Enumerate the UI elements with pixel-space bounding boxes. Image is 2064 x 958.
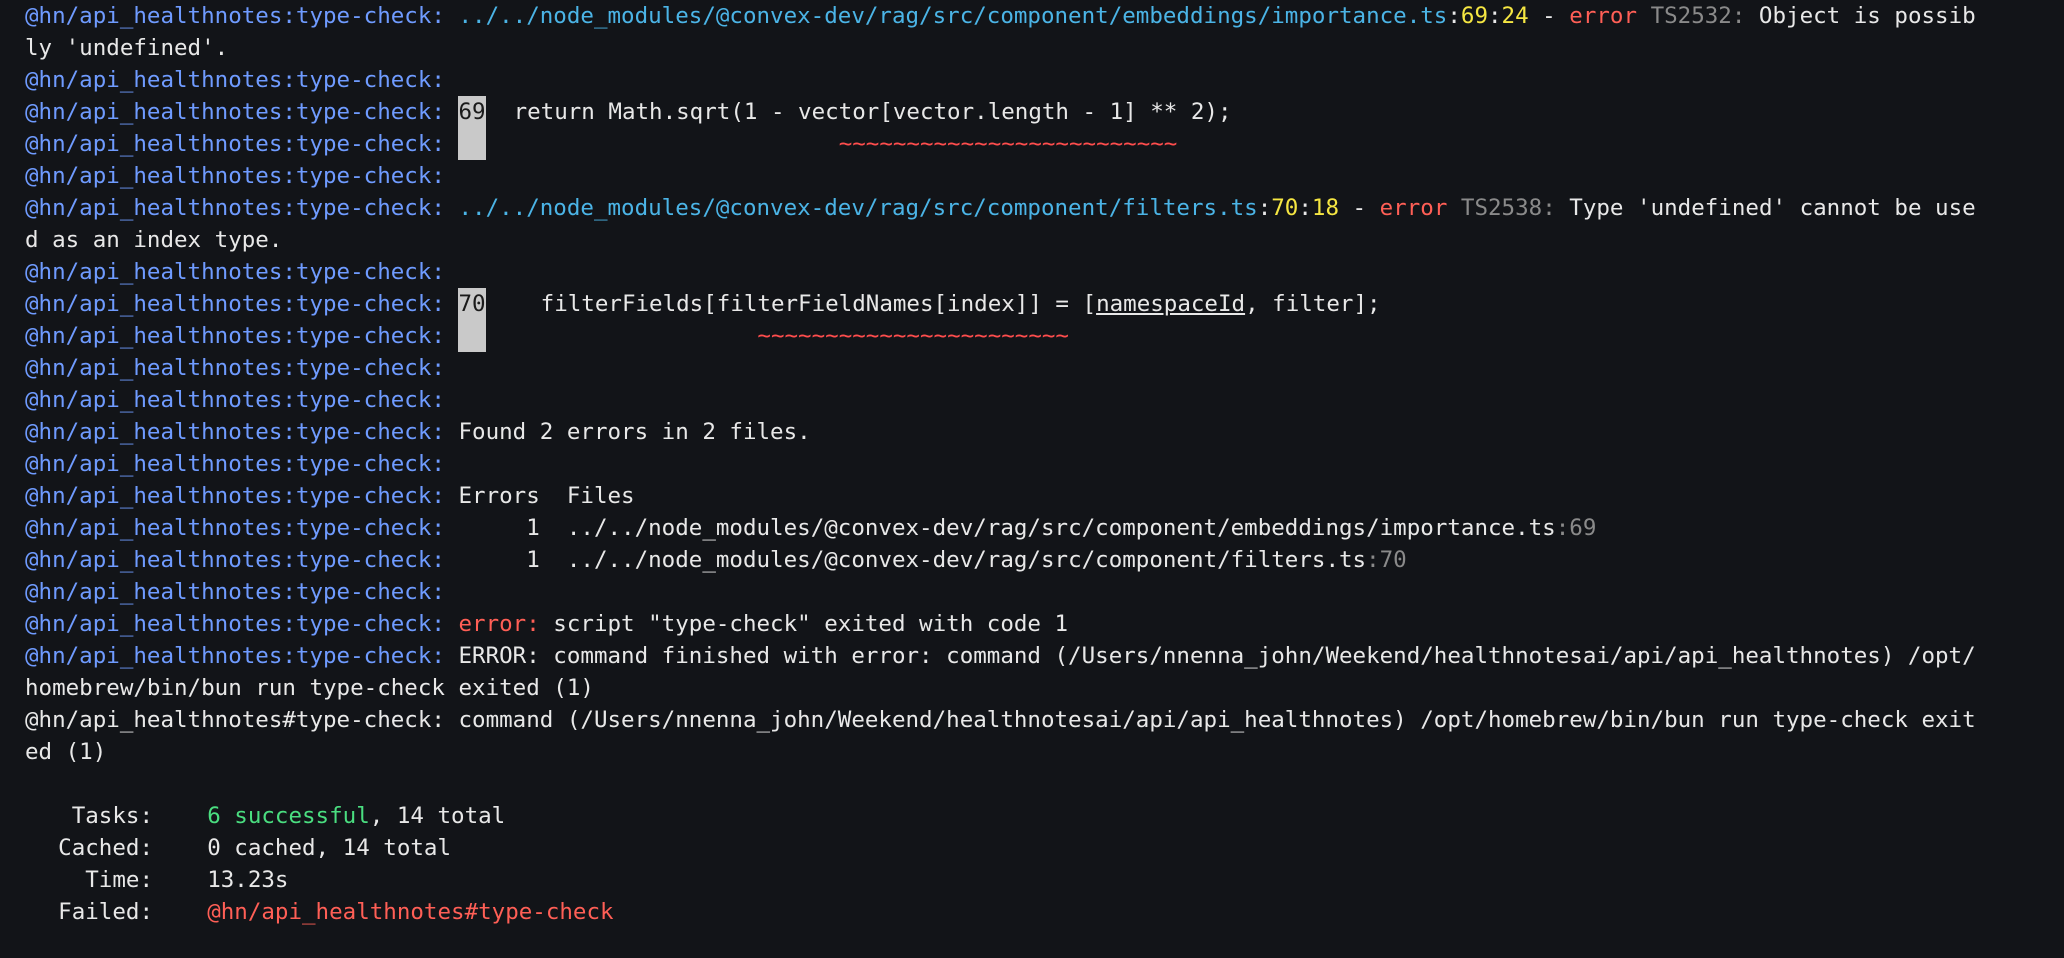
output-line-wrap: ed (1) xyxy=(25,736,2064,768)
output-line-wrap: d as an index type. xyxy=(25,224,2064,256)
found-errors-summary: Found 2 errors in 2 files. xyxy=(458,419,811,445)
summary-total: , 14 total xyxy=(369,803,506,829)
error-count: 1 xyxy=(458,547,567,573)
output-line: @hn/api_healthnotes:type-check: 69 retur… xyxy=(25,96,2064,128)
task-prefix: @hn/api_healthnotes:type-check: xyxy=(25,451,459,477)
task-prefix: @hn/api_healthnotes:type-check: xyxy=(25,611,459,637)
error-file-path[interactable]: ../../node_modules/@convex-dev/rag/src/c… xyxy=(458,3,1447,29)
source-line-gutter: 69 xyxy=(458,96,487,128)
summary-label: Cached: xyxy=(58,835,153,861)
error-file[interactable]: ../../node_modules/@convex-dev/rag/src/c… xyxy=(567,547,1366,573)
script-error-message: script "type-check" exited with code 1 xyxy=(539,611,1069,637)
output-line: @hn/api_healthnotes:type-check: Found 2 … xyxy=(25,416,2064,448)
summary-successful: 6 successful xyxy=(207,803,370,829)
task-prefix: @hn/api_healthnotes:type-check: xyxy=(25,643,459,669)
errors-table-header: Errors Files xyxy=(458,483,635,509)
error-message: Object is possib xyxy=(1745,3,1976,29)
output-line: @hn/api_healthnotes:type-check: xyxy=(25,352,2064,384)
task-prefix: @hn/api_healthnotes:type-check: xyxy=(25,99,459,125)
summary-label: Failed: xyxy=(58,899,153,925)
errors-table-row: @hn/api_healthnotes:type-check: 1 ../../… xyxy=(25,544,2064,576)
final-command-message-continued: ed (1) xyxy=(25,739,107,765)
task-prefix: @hn/api_healthnotes:type-check: xyxy=(25,291,459,317)
output-line: @hn/api_healthnotes:type-check: Errors F… xyxy=(25,480,2064,512)
error-squiggle: ~~~~~~~~~~~~~~~~~~~~~~~~~ xyxy=(838,131,1178,157)
output-line: @hn/api_healthnotes:type-check: ~~~~~~~~… xyxy=(25,320,2064,352)
script-error-label: error: xyxy=(458,611,540,637)
source-code-line: return Math.sqrt(1 - vector[vector.lengt… xyxy=(486,99,1232,125)
task-prefix: @hn/api_healthnotes:type-check: xyxy=(25,195,459,221)
terminal-output[interactable]: @hn/api_healthnotes:type-check: ../../no… xyxy=(0,0,2064,958)
output-line: @hn/api_healthnotes:type-check: xyxy=(25,576,2064,608)
final-command-message: command (/Users/nnenna_john/Weekend/heal… xyxy=(458,707,1976,733)
output-line: @hn/api_healthnotes:type-check: 70 filte… xyxy=(25,288,2064,320)
summary-failed-value: @hn/api_healthnotes#type-check xyxy=(207,899,614,925)
error-line-number: 69 xyxy=(1460,3,1488,29)
error-count: 1 xyxy=(458,515,567,541)
task-prefix: @hn/api_healthnotes:type-check: xyxy=(25,67,459,93)
error-code: TS2532: xyxy=(1650,3,1746,29)
output-line: @hn/api_healthnotes:type-check: error: s… xyxy=(25,608,2064,640)
error-line-number: 70 xyxy=(1271,195,1299,221)
error-file-line: :69 xyxy=(1555,515,1597,541)
output-line-wrap: ly 'undefined'. xyxy=(25,32,2064,64)
error-code: TS2538: xyxy=(1460,195,1556,221)
output-line-wrap: homebrew/bin/bun run type-check exited (… xyxy=(25,672,2064,704)
task-prefix: @hn/api_healthnotes:type-check: xyxy=(25,547,459,573)
command-error-message: ERROR: command finished with error: comm… xyxy=(458,643,1976,669)
error-message: Type 'undefined' cannot be use xyxy=(1555,195,1976,221)
error-column-number: 24 xyxy=(1501,3,1529,29)
task-prefix: @hn/api_healthnotes:type-check: xyxy=(25,355,459,381)
task-prefix: @hn/api_healthnotes:type-check: xyxy=(25,3,459,29)
output-line: @hn/api_healthnotes:type-check: ../../no… xyxy=(25,195,1976,221)
task-prefix: @hn/api_healthnotes:type-check: xyxy=(25,387,459,413)
summary-label: Tasks: xyxy=(71,803,153,829)
output-line: @hn/api_healthnotes:type-check: xyxy=(25,64,2064,96)
output-line: @hn/api_healthnotes:type-check: xyxy=(25,384,2064,416)
summary-time-value: 13.23s xyxy=(207,867,289,893)
task-prefix: @hn/api_healthnotes:type-check: xyxy=(25,259,459,285)
source-code-line-end: , filter]; xyxy=(1245,291,1381,317)
source-code-line: filterFields[filterFieldNames[index]] = … xyxy=(486,291,1097,317)
task-prefix: @hn/api_healthnotes:type-check: xyxy=(25,483,459,509)
task-prefix-hash: @hn/api_healthnotes#type-check: xyxy=(25,707,459,733)
command-error-message-continued: homebrew/bin/bun run type-check exited (… xyxy=(25,675,594,701)
output-line: @hn/api_healthnotes:type-check: ~~~~~~~~… xyxy=(25,128,2064,160)
output-line: @hn/api_healthnotes#type-check: command … xyxy=(25,704,2064,736)
errors-table-row: @hn/api_healthnotes:type-check: 1 ../../… xyxy=(25,512,2064,544)
summary-cached-value: 0 cached, 14 total xyxy=(207,835,452,861)
source-line-gutter-blank xyxy=(458,128,487,160)
summary-tasks: Tasks: 6 successful, 14 total xyxy=(25,800,2064,832)
summary-label: Time: xyxy=(85,867,153,893)
output-line: @hn/api_healthnotes:type-check: ../../no… xyxy=(25,3,1976,29)
source-line-gutter: 70 xyxy=(458,288,487,320)
task-prefix: @hn/api_healthnotes:type-check: xyxy=(25,131,459,157)
summary-failed: Failed: @hn/api_healthnotes#type-check xyxy=(25,896,2064,928)
output-line: @hn/api_healthnotes:type-check: xyxy=(25,160,2064,192)
summary-time: Time: 13.23s xyxy=(25,864,2064,896)
task-prefix: @hn/api_healthnotes:type-check: xyxy=(25,323,459,349)
error-label: error xyxy=(1379,195,1448,221)
error-label: error xyxy=(1569,3,1638,29)
error-file-path[interactable]: ../../node_modules/@convex-dev/rag/src/c… xyxy=(458,195,1257,221)
error-message-continued: ly 'undefined'. xyxy=(25,35,229,61)
task-prefix: @hn/api_healthnotes:type-check: xyxy=(25,515,459,541)
error-file-line: :70 xyxy=(1366,547,1407,573)
task-prefix: @hn/api_healthnotes:type-check: xyxy=(25,419,459,445)
source-line-gutter-blank xyxy=(458,320,487,352)
error-file[interactable]: ../../node_modules/@convex-dev/rag/src/c… xyxy=(567,515,1556,541)
task-prefix: @hn/api_healthnotes:type-check: xyxy=(25,579,459,605)
source-code-underlined: namespaceId xyxy=(1096,291,1246,317)
output-line: @hn/api_healthnotes:type-check: xyxy=(25,448,2064,480)
error-squiggle: ~~~~~~~~~~~~~~~~~~~~~~~ xyxy=(757,323,1069,349)
summary-cached: Cached: 0 cached, 14 total xyxy=(25,832,2064,864)
task-prefix: @hn/api_healthnotes:type-check: xyxy=(25,163,459,189)
error-column-number: 18 xyxy=(1311,195,1339,221)
output-line: @hn/api_healthnotes:type-check: xyxy=(25,256,2064,288)
error-message-continued: d as an index type. xyxy=(25,227,283,253)
output-line: @hn/api_healthnotes:type-check: ERROR: c… xyxy=(25,640,2064,672)
